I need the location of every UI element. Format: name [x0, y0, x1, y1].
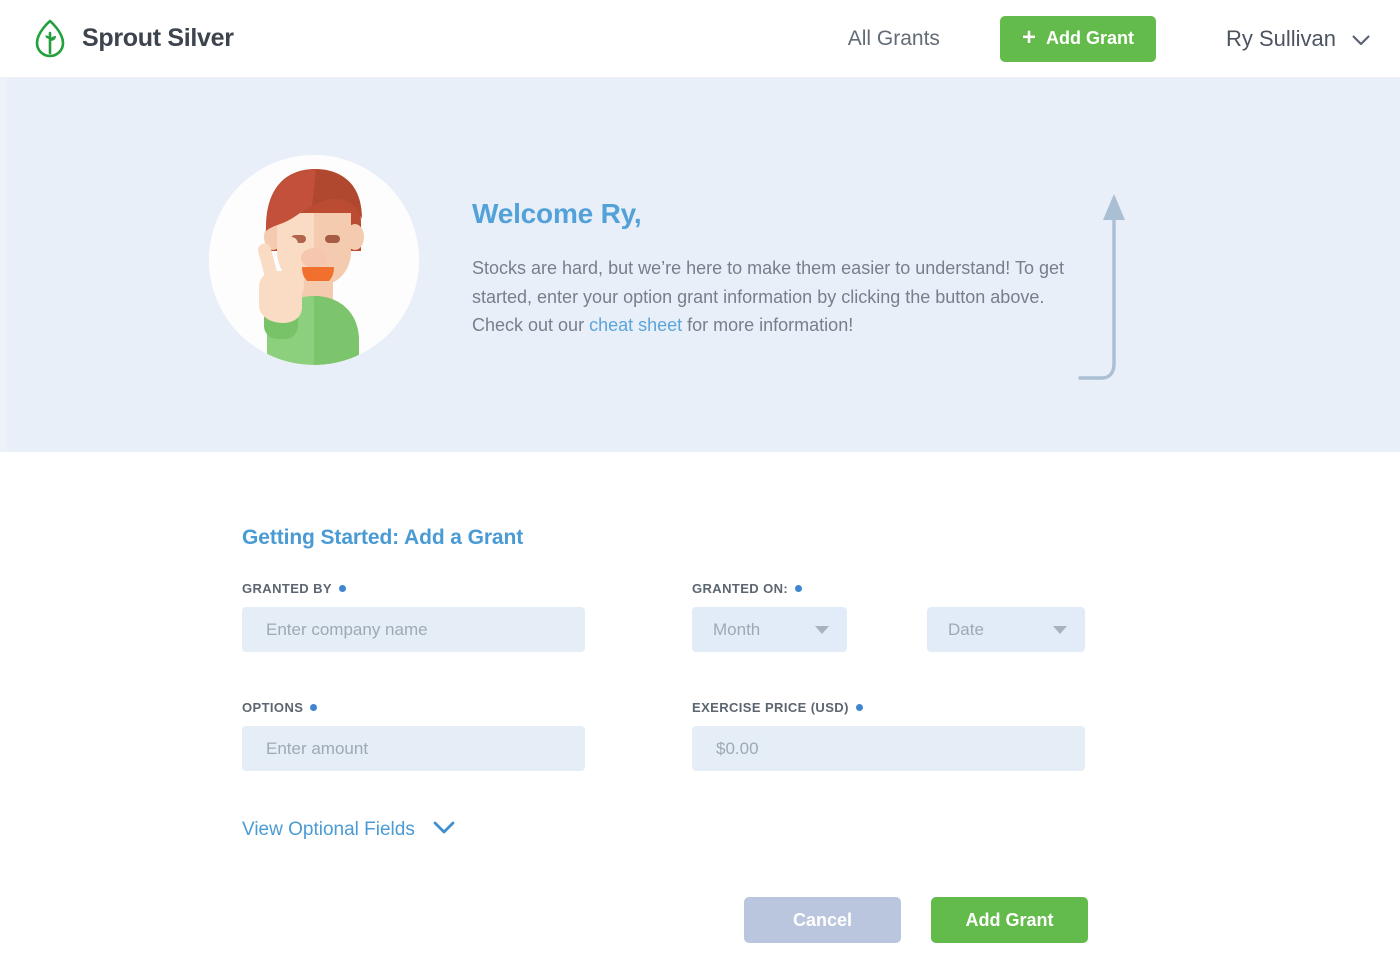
hero-left-edge — [0, 78, 7, 452]
add-grant-submit-button[interactable]: Add Grant — [931, 897, 1088, 943]
nav-all-grants[interactable]: All Grants — [848, 27, 940, 51]
granted-by-input[interactable] — [242, 607, 585, 652]
header-add-grant-label: Add Grant — [1045, 28, 1134, 48]
field-granted-by — [242, 607, 585, 652]
label-options: OPTIONS — [242, 700, 318, 715]
required-dot-icon — [795, 585, 803, 592]
label-exercise-price: EXERCISE PRICE (USD) — [692, 700, 863, 715]
view-optional-fields-label: View Optional Fields — [242, 819, 415, 840]
brand-logo[interactable]: Sprout Silver — [30, 17, 234, 61]
welcome-text-block: Welcome Ry, Stocks are hard, but we’re h… — [472, 198, 1072, 340]
options-input[interactable] — [242, 726, 585, 771]
required-dot-icon — [310, 704, 318, 711]
welcome-title: Welcome Ry, — [472, 198, 642, 229]
user-name: Ry Sullivan — [1225, 25, 1336, 51]
chevron-down-icon — [1352, 33, 1370, 46]
label-exercise-price-text: EXERCISE PRICE (USD) — [692, 700, 849, 715]
chevron-down-icon — [433, 821, 455, 839]
app-page: Sprout Silver All Grants + Add Grant Ry … — [0, 0, 1400, 968]
field-options — [242, 726, 585, 771]
cancel-button[interactable]: Cancel — [744, 897, 901, 943]
avatar — [209, 155, 419, 365]
welcome-hero: Welcome Ry, Stocks are hard, but we’re h… — [0, 78, 1400, 452]
user-menu[interactable]: Ry Sullivan — [1226, 26, 1370, 52]
welcome-body: Stocks are hard, but we’re here to make … — [472, 254, 1072, 340]
cheat-sheet-link[interactable]: cheat sheet — [589, 315, 682, 335]
view-optional-fields-toggle[interactable]: View Optional Fields — [242, 819, 455, 841]
form-title: Getting Started: Add a Grant — [242, 526, 524, 549]
label-options-text: OPTIONS — [242, 700, 304, 715]
app-header: Sprout Silver All Grants + Add Grant Ry … — [0, 0, 1400, 78]
sprout-leaf-icon — [30, 17, 70, 61]
required-dot-icon — [855, 704, 863, 711]
welcome-body-part2: for more information! — [682, 315, 854, 335]
month-select[interactable]: Month — [692, 607, 847, 652]
brand-name: Sprout Silver — [82, 24, 234, 52]
form-actions: Cancel Add Grant — [744, 897, 1088, 943]
label-granted-on: GRANTED ON: — [692, 581, 803, 596]
curved-up-arrow-icon — [1078, 186, 1134, 396]
field-granted-on-month: Month — [692, 607, 847, 652]
required-dot-icon — [338, 585, 346, 592]
field-exercise-price — [692, 726, 1085, 771]
label-granted-on-text: GRANTED ON: — [692, 581, 789, 596]
month-select-value: Month — [713, 619, 761, 639]
caret-down-icon — [1053, 625, 1067, 634]
user-avatar-peace-sign-illustration — [209, 155, 419, 365]
label-granted-by: GRANTED BY — [242, 581, 346, 596]
date-select-value: Date — [948, 619, 984, 639]
field-granted-on-date: Date — [927, 607, 1085, 652]
plus-icon: + — [1021, 23, 1036, 51]
date-select[interactable]: Date — [927, 607, 1085, 652]
caret-down-icon — [815, 625, 829, 634]
label-granted-by-text: GRANTED BY — [242, 581, 332, 596]
add-grant-form: Getting Started: Add a Grant GRANTED BY … — [0, 452, 1400, 968]
exercise-price-input[interactable] — [692, 726, 1085, 771]
header-add-grant-button[interactable]: + Add Grant — [999, 15, 1156, 62]
header-actions: All Grants + Add Grant Ry Sullivan — [848, 15, 1370, 62]
